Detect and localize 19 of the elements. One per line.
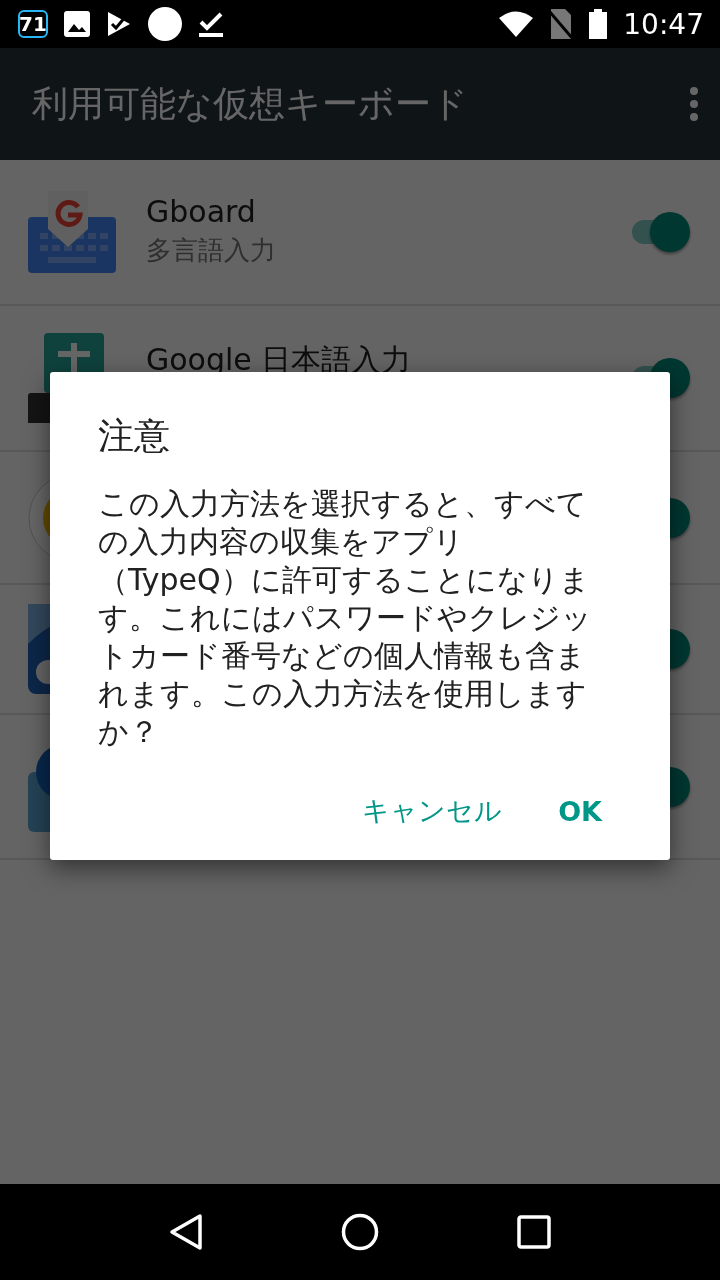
check-icon (106, 10, 132, 38)
ok-button[interactable]: OK (558, 793, 602, 829)
notification-badge: 71 (18, 10, 48, 38)
cancel-button[interactable]: キャンセル (362, 793, 503, 829)
recents-icon[interactable] (517, 1215, 551, 1249)
home-icon[interactable] (341, 1213, 379, 1251)
screen-title: 利用可能な仮想キーボード (32, 81, 469, 126)
battery-icon (589, 9, 608, 39)
no-sim-icon (549, 9, 574, 39)
circle-icon (148, 7, 182, 41)
wifi-icon (499, 11, 534, 37)
back-icon[interactable] (169, 1213, 203, 1251)
download-done-icon (198, 10, 224, 38)
dialog-message: この入力方法を選択すると、すべての入力内容の収集をアプリ（TypeQ）に許可することになります。これにはパスワードやクレジットカード番号などの個人情報も含まれます。この入力方法を使用しますか？ (98, 485, 593, 751)
more-options-icon[interactable] (688, 86, 700, 122)
clock-time: 10:47 (623, 7, 704, 41)
keyboard-name: Gboard (146, 194, 257, 229)
image-icon (64, 11, 90, 37)
dialog-title: 注意 (98, 414, 171, 458)
